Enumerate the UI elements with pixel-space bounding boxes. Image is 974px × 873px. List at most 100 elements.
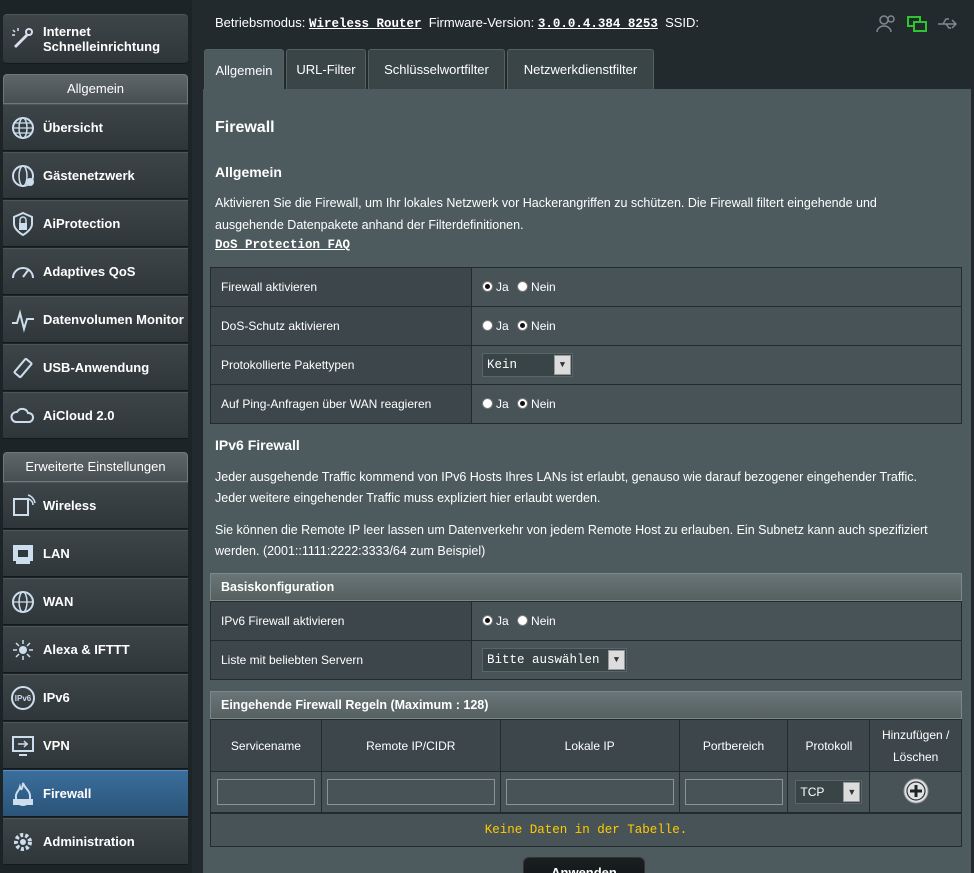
ipv6-enable-radio-group: Ja Nein bbox=[471, 601, 962, 641]
add-rule-button[interactable] bbox=[902, 777, 930, 808]
inbound-rules-header: Eingehende Firewall Regeln (Maximum : 12… bbox=[210, 691, 962, 719]
sidebar-item-label: Wireless bbox=[43, 498, 97, 513]
radio-label: Nein bbox=[531, 614, 556, 628]
sidebar-item-traffic-monitor[interactable]: Datenvolumen Monitor bbox=[3, 296, 188, 343]
logged-packets-select[interactable]: Kein ▼ bbox=[482, 353, 573, 377]
sidebar-item-vpn[interactable]: VPN bbox=[3, 722, 188, 769]
radio-label: Ja bbox=[496, 614, 509, 628]
tab-general[interactable]: Allgemein bbox=[204, 49, 284, 91]
sidebar-item-label: USB-Anwendung bbox=[43, 360, 150, 375]
page-title: Firewall bbox=[215, 119, 275, 136]
sidebar-item-label: VPN bbox=[43, 738, 70, 753]
select-value: Kein bbox=[487, 358, 518, 372]
globe-network-icon bbox=[3, 115, 43, 141]
chevron-down-icon: ▼ bbox=[843, 782, 861, 802]
ipv6-description-line-1: Jeder ausgehende Traffic kommend von IPv… bbox=[215, 470, 918, 484]
tab-network-service-filter[interactable]: Netzwerkdienstfilter bbox=[507, 49, 654, 89]
cloud-icon bbox=[3, 403, 43, 429]
sidebar-item-adaptive-qos[interactable]: Adaptives QoS bbox=[3, 248, 188, 295]
protocol-select[interactable]: TCP ▼ bbox=[795, 780, 863, 804]
ipv6-section-title: IPv6 Firewall bbox=[215, 437, 300, 453]
sidebar-item-label: Gästenetzwerk bbox=[43, 168, 135, 183]
column-header: Portbereich bbox=[678, 719, 789, 772]
sidebar-item-aicloud[interactable]: AiCloud 2.0 bbox=[3, 392, 188, 439]
sidebar-item-ipv6[interactable]: IPv6 IPv6 bbox=[3, 674, 188, 721]
usb-status-icon[interactable] bbox=[936, 14, 958, 37]
vpn-monitor-icon bbox=[3, 733, 43, 759]
usb-stick-icon bbox=[3, 355, 43, 381]
sidebar-item-wan[interactable]: WAN bbox=[3, 578, 188, 625]
remote-ip-input[interactable] bbox=[326, 779, 495, 805]
firmware-value-link[interactable]: 3.0.0.4.384_8253 bbox=[538, 17, 658, 31]
ping-yes-radio[interactable] bbox=[482, 398, 493, 409]
apply-button[interactable]: Anwenden bbox=[523, 857, 645, 873]
sidebar-item-label: AiCloud 2.0 bbox=[43, 408, 115, 423]
setting-label: Liste mit beliebten Servern bbox=[210, 640, 472, 680]
setting-row-ipv6-enable: IPv6 Firewall aktivieren Ja Nein bbox=[210, 601, 962, 641]
sidebar-item-label: Übersicht bbox=[43, 120, 103, 135]
firewall-settings-table: Firewall aktivieren Ja Nein DoS-Schutz a… bbox=[210, 267, 962, 424]
sidebar-item-label: Alexa & IFTTT bbox=[43, 642, 130, 657]
sidebar-item-label: Firewall bbox=[43, 786, 92, 801]
local-ip-input[interactable] bbox=[505, 779, 674, 805]
setting-row-popular-servers: Liste mit beliebten Servern Bitte auswäh… bbox=[210, 640, 962, 680]
select-value: Bitte auswählen bbox=[487, 653, 600, 667]
setting-row-ping-wan: Auf Ping-Anfragen über WAN reagieren Ja … bbox=[210, 384, 962, 424]
ping-radio-group: Ja Nein bbox=[471, 384, 962, 424]
sidebar-item-label: Administration bbox=[43, 834, 135, 849]
sidebar-item-wireless[interactable]: Wireless bbox=[3, 482, 188, 529]
radio-label: Nein bbox=[531, 280, 556, 294]
speedometer-icon bbox=[3, 259, 43, 285]
dos-yes-radio[interactable] bbox=[482, 320, 493, 331]
ipv6-description-line-4: werden. (2001::1111:2222:3333/64 zum Bei… bbox=[215, 544, 486, 558]
port-range-input[interactable] bbox=[684, 779, 783, 805]
sidebar-item-firewall[interactable]: Firewall bbox=[3, 770, 188, 817]
setting-label: DoS-Schutz aktivieren bbox=[210, 306, 472, 346]
sidebar-item-lan[interactable]: LAN bbox=[3, 530, 188, 577]
tab-keyword-filter[interactable]: Schlüsselwortfilter bbox=[368, 49, 505, 89]
sidebar-item-label: Adaptives QoS bbox=[43, 264, 136, 279]
dos-radio-group: Ja Nein bbox=[471, 306, 962, 346]
status-bar: Betriebsmodus: Wireless Router Firmware-… bbox=[215, 15, 699, 31]
sidebar-item-alexa-ifttt[interactable]: Alexa & IFTTT bbox=[3, 626, 188, 673]
ipv6-description-line-3: Sie können die Remote IP leer lassen um … bbox=[215, 523, 928, 537]
popular-servers-select[interactable]: Bitte auswählen ▼ bbox=[482, 648, 627, 672]
column-header: Remote IP/CIDR bbox=[320, 719, 501, 772]
ipv6-no-radio[interactable] bbox=[517, 615, 529, 626]
dos-faq-link[interactable]: DoS Protection FAQ bbox=[215, 235, 350, 256]
sidebar-item-label: WAN bbox=[43, 594, 74, 609]
tab-url-filter[interactable]: URL-Filter bbox=[286, 49, 366, 89]
smart-home-icon bbox=[3, 637, 43, 663]
network-status-icon[interactable] bbox=[906, 14, 928, 37]
ssid-label: SSID: bbox=[665, 15, 700, 30]
wireless-icon bbox=[3, 493, 43, 519]
rules-input-row: TCP ▼ bbox=[210, 771, 962, 813]
ping-no-radio[interactable] bbox=[517, 398, 529, 409]
sidebar: Internet Schnelleinrichtung Allgemein Üb… bbox=[0, 0, 192, 873]
sidebar-item-label: Datenvolumen Monitor bbox=[43, 312, 184, 327]
service-name-input[interactable] bbox=[216, 779, 315, 805]
quick-setup-button[interactable]: Internet Schnelleinrichtung bbox=[3, 14, 188, 64]
general-description-line-1: Aktivieren Sie die Firewall, um Ihr loka… bbox=[215, 196, 877, 210]
column-header: Hinzufügen / Löschen bbox=[869, 719, 962, 772]
sidebar-item-aiprotection[interactable]: AiProtection bbox=[3, 200, 188, 247]
inbound-rules-table: Servicename Remote IP/CIDR Lokale IP Por… bbox=[210, 719, 962, 813]
dos-no-radio[interactable] bbox=[517, 320, 529, 331]
general-section-title: Allgemein bbox=[215, 164, 282, 180]
mode-value-link[interactable]: Wireless Router bbox=[309, 17, 422, 31]
ipv6-yes-radio[interactable] bbox=[482, 615, 493, 626]
clients-icon[interactable] bbox=[876, 14, 898, 37]
firewall-no-radio[interactable] bbox=[517, 281, 529, 292]
sidebar-item-usb[interactable]: USB-Anwendung bbox=[3, 344, 188, 391]
column-header: Servicename bbox=[210, 719, 322, 772]
mode-label: Betriebsmodus: bbox=[215, 15, 306, 30]
firewall-yes-radio[interactable] bbox=[482, 281, 493, 292]
plus-circle-icon bbox=[903, 778, 929, 803]
sidebar-item-overview[interactable]: Übersicht bbox=[3, 104, 188, 151]
chevron-down-icon: ▼ bbox=[608, 650, 625, 670]
radio-label: Ja bbox=[496, 319, 509, 333]
sidebar-item-administration[interactable]: Administration bbox=[3, 818, 188, 865]
sidebar-item-guest-network[interactable]: Gästenetzwerk bbox=[3, 152, 188, 199]
radio-label: Ja bbox=[496, 280, 509, 294]
radio-label: Nein bbox=[531, 319, 556, 333]
